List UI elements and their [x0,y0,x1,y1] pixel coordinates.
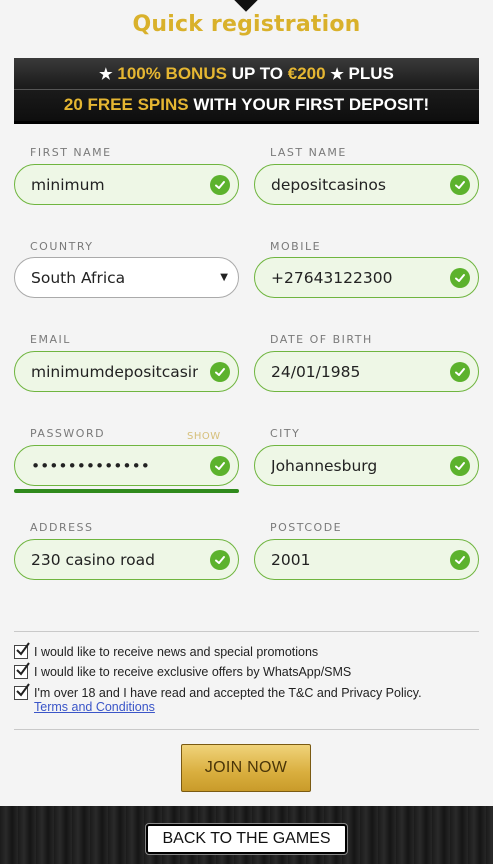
consent-whatsapp-text: I would like to receive exclusive offers… [34,665,352,679]
dob-field[interactable]: 24/01/1985 [254,351,479,392]
back-to-games-button[interactable]: BACK TO THE GAMES [145,823,348,855]
check-icon [450,456,470,476]
email-field[interactable]: minimumdepositcasinos [14,351,239,392]
city-field[interactable]: Johannesburg [254,445,479,486]
check-icon [450,175,470,195]
checkbox-news[interactable] [14,642,30,659]
divider [14,729,479,730]
first-name-value: minimum [31,175,105,194]
postcode-field[interactable]: 2001 [254,539,479,580]
mobile-label: MOBILE [270,240,322,253]
banner-free-spins: 20 FREE SPINS [63,95,189,114]
star-icon: ★ [99,66,113,83]
check-icon [210,550,230,570]
dob-label: DATE OF BIRTH [270,333,373,346]
checkbox-whatsapp[interactable] [14,662,30,679]
country-value: South Africa [31,268,126,287]
address-label: ADDRESS [30,521,94,534]
banner-bonus: 100% BONUS [117,64,227,83]
password-value: ••••••••••••• [31,456,150,475]
banner-plus: PLUS [343,64,394,83]
first-name-field[interactable]: minimum [14,164,239,205]
password-label: PASSWORD [30,427,106,440]
dob-value: 24/01/1985 [271,362,361,381]
banner-line-2: 20 FREE SPINS WITH YOUR FIRST DEPOSIT! [14,95,479,115]
mobile-value: +27643122300 [271,268,393,287]
password-strength-bar [14,489,239,493]
banner-first-deposit: WITH YOUR FIRST DEPOSIT! [188,95,430,114]
email-value: minimumdepositcasinos [31,362,198,381]
city-label: CITY [270,427,301,440]
country-label: COUNTRY [30,240,94,253]
postcode-value: 2001 [271,550,311,569]
check-icon [210,456,230,476]
banner-line-1: ★ 100% BONUS UP TO €200 ★ PLUS [14,64,479,84]
first-name-label: FIRST NAME [30,146,112,159]
email-label: EMAIL [30,333,71,346]
divider [14,631,479,632]
check-icon [450,362,470,382]
checkbox-terms[interactable] [14,683,30,700]
last-name-label: LAST NAME [270,146,347,159]
check-icon [450,268,470,288]
consent-terms-text: I'm over 18 and I have read and accepted… [34,686,422,700]
consent-news-text: I would like to receive news and special… [34,645,319,659]
postcode-label: POSTCODE [270,521,343,534]
banner-divider [14,89,479,90]
join-now-button[interactable]: JOIN NOW [181,744,311,792]
banner-up-to: UP TO [226,64,288,83]
banner-amount: €200 [287,64,326,83]
last-name-field[interactable]: depositcasinos [254,164,479,205]
star-icon: ★ [330,66,344,83]
caret-down-icon: ▼ [220,272,228,283]
mobile-field[interactable]: +27643122300 [254,257,479,298]
consent-terms[interactable]: I'm over 18 and I have read and accepted… [14,683,422,701]
country-select[interactable]: South Africa ▼ [14,257,239,298]
consent-whatsapp[interactable]: I would like to receive exclusive offers… [14,662,352,680]
page-title: Quick registration [132,12,361,37]
check-icon [450,550,470,570]
top-notch [233,0,259,12]
terms-link[interactable]: Terms and Conditions [34,700,155,714]
address-value: 230 casino road [31,550,155,569]
city-value: Johannesburg [271,456,378,475]
promo-banner: ★ 100% BONUS UP TO €200 ★ PLUS 20 FREE S… [14,58,479,124]
check-icon [210,362,230,382]
password-field[interactable]: ••••••••••••• [14,445,239,486]
consent-news[interactable]: I would like to receive news and special… [14,642,319,660]
address-field[interactable]: 230 casino road [14,539,239,580]
check-icon [210,175,230,195]
show-password-link[interactable]: SHOW [187,431,221,442]
last-name-value: depositcasinos [271,175,386,194]
